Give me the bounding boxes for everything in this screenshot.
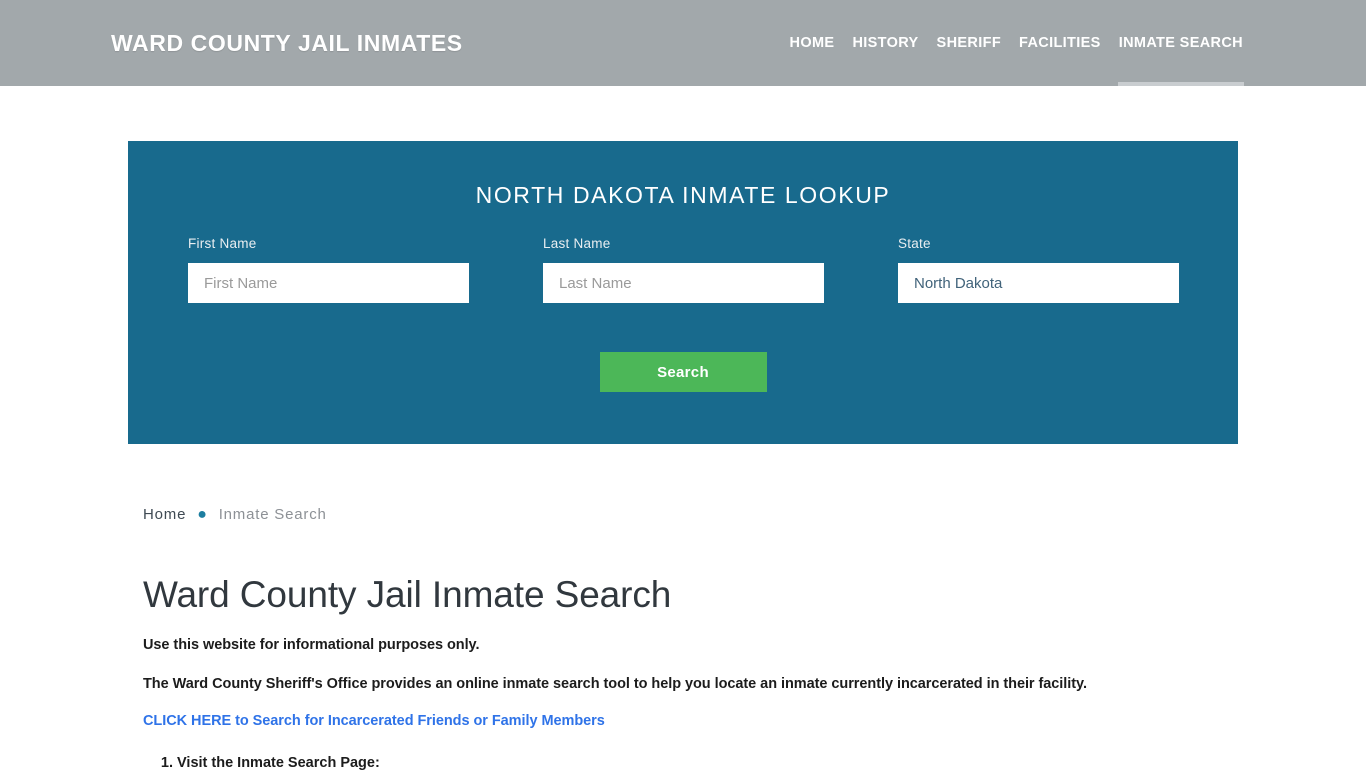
last-name-field-group: Last Name [543, 236, 824, 303]
site-header: WARD COUNTY JAIL INMATES HOME HISTORY SH… [0, 0, 1366, 86]
first-name-label: First Name [188, 236, 257, 251]
nav-item-facilities[interactable]: FACILITIES [1010, 0, 1110, 86]
page-title: Ward County Jail Inmate Search [143, 574, 672, 615]
disclaimer-paragraph: Use this website for informational purpo… [143, 636, 480, 653]
description-paragraph: The Ward County Sheriff's Office provide… [143, 675, 1087, 692]
state-label: State [898, 236, 931, 251]
first-name-field-group: First Name [188, 236, 469, 303]
first-name-input[interactable] [188, 263, 469, 303]
nav-item-home[interactable]: HOME [781, 0, 844, 86]
steps-list: Visit the Inmate Search Page: [143, 753, 1223, 773]
breadcrumb-current-page: Inmate Search [218, 506, 327, 523]
breadcrumb: Home ● Inmate Search [143, 506, 327, 523]
nav-item-inmate-search[interactable]: INMATE SEARCH [1110, 0, 1252, 86]
breadcrumb-separator-dot-icon: ● [197, 505, 208, 523]
main-navigation: HOME HISTORY SHERIFF FACILITIES INMATE S… [781, 0, 1252, 86]
lookup-panel-title: NORTH DAKOTA INMATE LOOKUP [475, 182, 891, 208]
inmate-lookup-panel: NORTH DAKOTA INMATE LOOKUP First Name La… [128, 141, 1238, 444]
nav-item-history[interactable]: HISTORY [843, 0, 927, 86]
search-button-row: Search [128, 352, 1238, 392]
search-button[interactable]: Search [599, 352, 767, 392]
list-item: Visit the Inmate Search Page: [177, 753, 1223, 773]
last-name-input[interactable] [543, 263, 824, 303]
state-field-group: State [898, 236, 1179, 303]
last-name-label: Last Name [543, 236, 611, 251]
state-select[interactable] [898, 263, 1179, 303]
nav-item-sheriff[interactable]: SHERIFF [928, 0, 1010, 86]
breadcrumb-home-link[interactable]: Home [143, 506, 186, 523]
main-content: Ward County Jail Inmate Search Use this … [143, 574, 1223, 774]
lookup-fields-row: First Name Last Name State [128, 236, 1238, 322]
click-here-search-link[interactable]: CLICK HERE to Search for Incarcerated Fr… [143, 713, 1223, 729]
site-brand-title: WARD COUNTY JAIL INMATES [111, 29, 463, 56]
